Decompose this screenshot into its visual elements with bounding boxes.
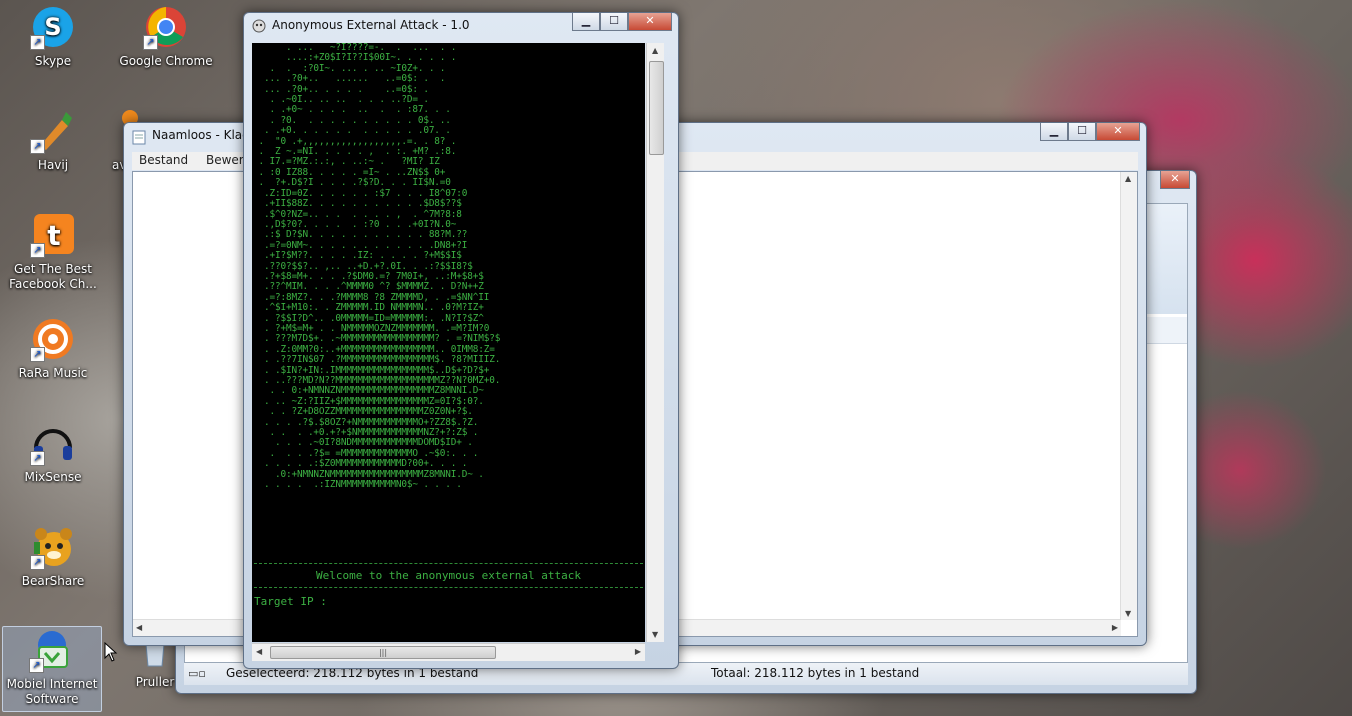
desktop-icon-skype[interactable]: S ↗ Skype [4, 4, 102, 69]
mouse-cursor-icon [104, 642, 118, 662]
window-controls: ✕ [1160, 171, 1190, 189]
shortcut-arrow-icon: ↗ [30, 347, 45, 362]
drive-icon: ▭▫ [188, 667, 206, 680]
toolbar-icon: t ↗ [30, 212, 76, 258]
scroll-right-icon[interactable]: ▶ [1112, 623, 1118, 632]
desktop-icon-label: Get The Best Facebook Ch... [9, 262, 97, 291]
mixsense-icon: ↗ [30, 420, 76, 466]
welcome-banner: Welcome to the anonymous external attack [252, 563, 645, 588]
desktop-icon-label: RaRa Music [18, 366, 88, 380]
status-total: Totaal: 218.112 bytes in 1 bestand [711, 666, 920, 680]
desktop-icon-facebook-toolbar[interactable]: t ↗ Get The Best Facebook Ch... [4, 212, 102, 292]
banner-rule-bottom [254, 587, 643, 588]
console-window[interactable]: Anonymous External Attack - 1.0 ▁ ☐ ✕ . … [243, 12, 679, 669]
close-button[interactable]: ✕ [628, 13, 672, 31]
shortcut-arrow-icon: ↗ [30, 451, 45, 466]
ascii-art-mask: . ... ~?I????=-. . ... . . ....:+Z0$I?I?… [258, 43, 501, 491]
welcome-text: Welcome to the anonymous external attack [316, 569, 581, 582]
desktop-icon-label: Skype [34, 54, 72, 68]
shortcut-arrow-icon: ↗ [29, 658, 44, 673]
skype-icon: S ↗ [30, 4, 76, 50]
mobile-internet-icon: ↗ [29, 627, 75, 673]
scroll-down-icon[interactable]: ▼ [1125, 609, 1131, 618]
close-button[interactable]: ✕ [1096, 123, 1140, 141]
shortcut-arrow-icon: ↗ [143, 35, 158, 50]
desktop-icon-havij[interactable]: ↗ Havij [4, 108, 102, 173]
close-button[interactable]: ✕ [1160, 171, 1190, 189]
svg-text:t: t [47, 219, 60, 252]
vertical-scrollbar[interactable]: ▲ ▼ [646, 43, 664, 642]
scroll-left-icon[interactable]: ◀ [256, 647, 262, 656]
scroll-right-icon[interactable]: ▶ [635, 647, 641, 656]
shortcut-arrow-icon: ↗ [30, 35, 45, 50]
scroll-down-icon[interactable]: ▼ [652, 630, 658, 639]
desktop-icon-chrome[interactable]: ↗ Google Chrome [117, 4, 215, 69]
window-title: Anonymous External Attack - 1.0 [272, 18, 470, 32]
console-app-icon [252, 19, 266, 33]
horizontal-scrollbar[interactable]: ◀ ||| ▶ [252, 643, 645, 661]
minimize-button[interactable]: ▁ [1040, 123, 1068, 141]
desktop-icon-label: Havij [37, 158, 69, 172]
target-ip-prompt[interactable]: Target IP : [254, 595, 327, 608]
shortcut-arrow-icon: ↗ [30, 243, 45, 258]
desktop-icon-mixsense[interactable]: ↗ MixSense [4, 420, 102, 485]
shortcut-arrow-icon: ↗ [30, 139, 45, 154]
scroll-thumb[interactable]: ||| [270, 646, 496, 659]
desktop-icon-label: BearShare [21, 574, 85, 588]
desktop-icon-mobile-internet[interactable]: ↗ Mobiel Internet Software [2, 626, 102, 712]
havij-icon: ↗ [30, 108, 76, 154]
desktop-icon-label: Google Chrome [119, 54, 213, 68]
shortcut-arrow-icon: ↗ [30, 555, 45, 570]
maximize-button[interactable]: ☐ [1068, 123, 1096, 141]
vertical-scrollbar[interactable]: ▲ ▼ [1120, 172, 1137, 620]
scroll-up-icon[interactable]: ▲ [652, 46, 658, 55]
bearshare-icon: ↗ [30, 524, 76, 570]
notepad-icon [132, 130, 146, 145]
desktop-icon-rara-music[interactable]: ↗ RaRa Music [4, 316, 102, 381]
scroll-thumb[interactable] [649, 61, 664, 155]
scroll-up-icon[interactable]: ▲ [1125, 174, 1131, 183]
minimize-button[interactable]: ▁ [572, 13, 600, 31]
chrome-icon: ↗ [143, 4, 189, 50]
console-screen[interactable]: . ... ~?I????=-. . ... . . ....:+Z0$I?I?… [252, 43, 645, 642]
scroll-left-icon[interactable]: ◀ [136, 623, 142, 632]
window-controls: ▁ ☐ ✕ [572, 13, 672, 31]
svg-text:S: S [44, 13, 61, 41]
desktop-icon-label: MixSense [24, 470, 82, 484]
menu-bestand[interactable]: Bestand [132, 152, 195, 168]
desktop-icon-bearshare[interactable]: ↗ BearShare [4, 524, 102, 589]
window-controls: ▁ ☐ ✕ [1040, 123, 1140, 141]
rara-music-icon: ↗ [30, 316, 76, 362]
desktop-icon-label: Mobiel Internet Software [6, 677, 98, 706]
maximize-button[interactable]: ☐ [600, 13, 628, 31]
